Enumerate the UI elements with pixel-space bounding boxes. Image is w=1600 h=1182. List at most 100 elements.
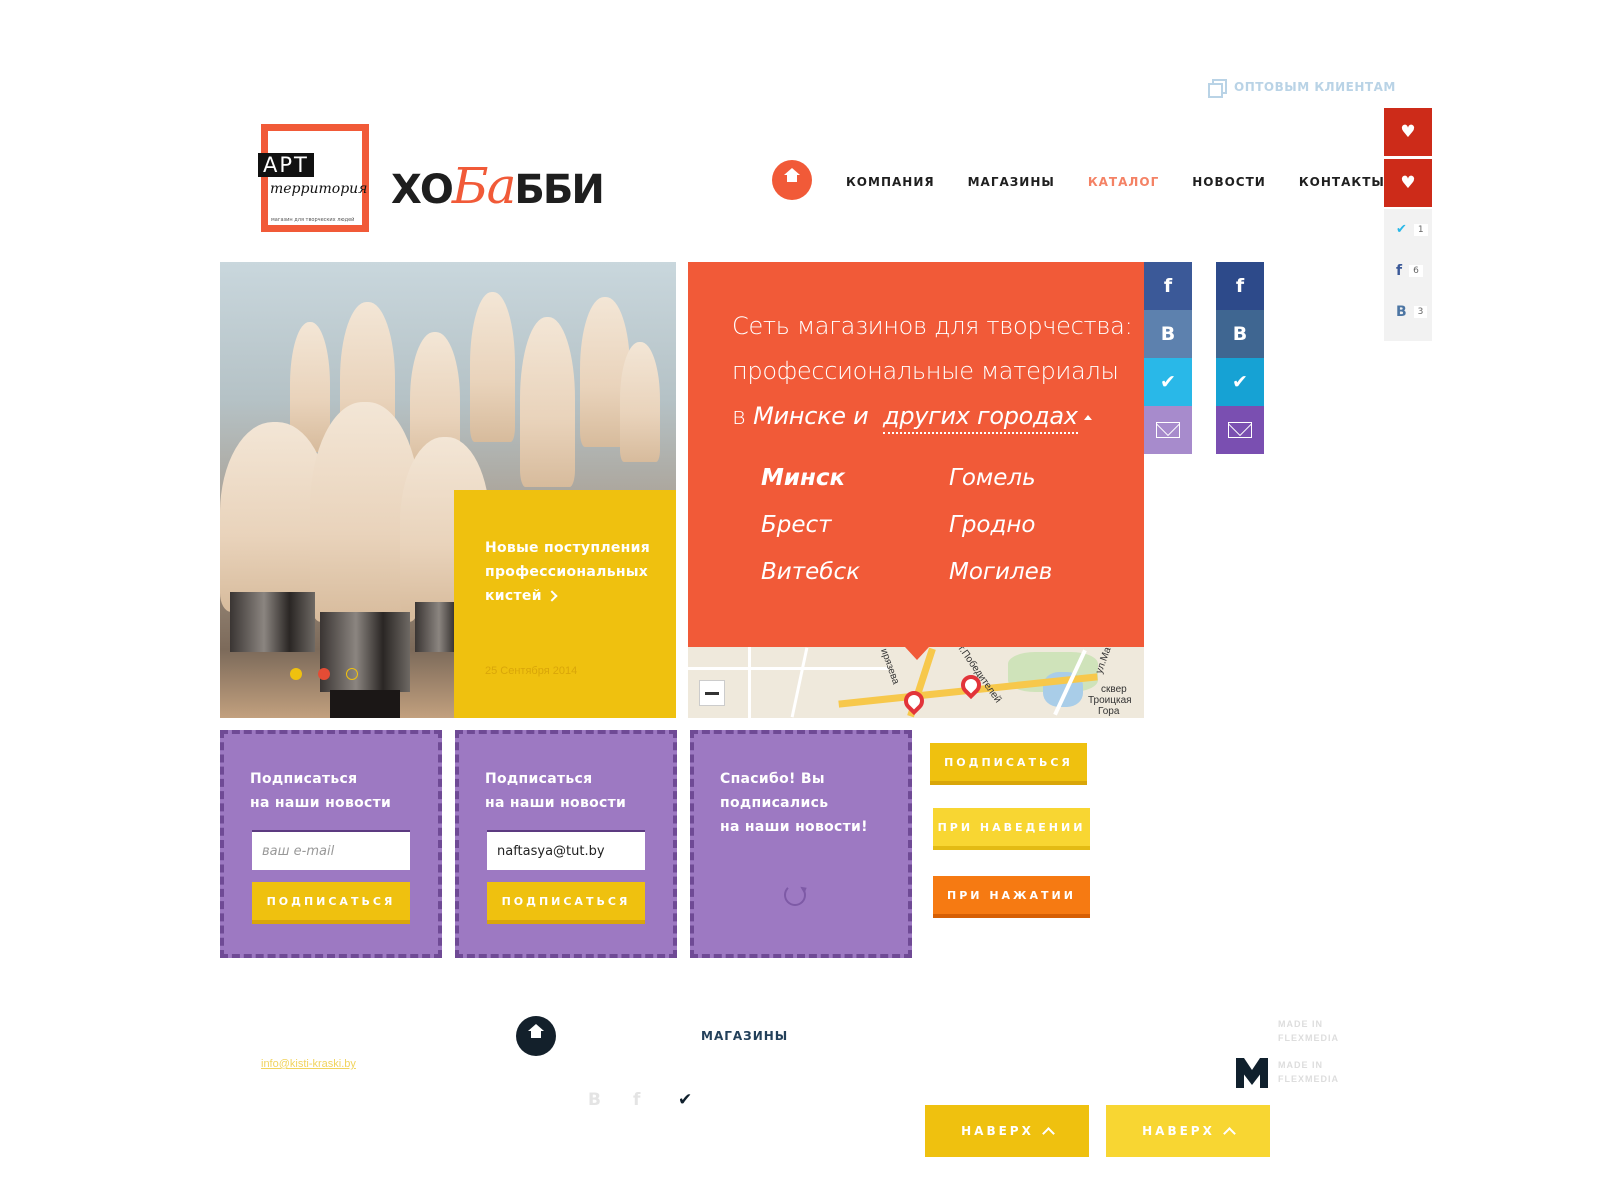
caret-up-icon [1083,414,1092,420]
subscribe-button-normal[interactable]: ПОДПИСАТЬСЯ [930,743,1087,785]
back-to-top-button[interactable]: НАВЕРХ [925,1105,1089,1157]
back-to-top-button-hover[interactable]: НАВЕРХ [1106,1105,1270,1157]
subscribe-subheading: на наши новости [485,795,627,811]
nav-item-contacts[interactable]: КОНТАКТЫ [1299,175,1385,189]
city-link-gomel[interactable]: Гомель [949,465,1036,491]
made-in-label: MADE IN [1278,1060,1323,1070]
lead-city: Минске и [753,402,869,430]
share-count-facebook[interactable]: f 6 [1384,250,1432,291]
nav-item-shops[interactable]: МАГАЗИНЫ [968,175,1055,189]
city-link-vitebsk[interactable]: Витебск [761,559,860,585]
slider-dot-1[interactable] [290,668,302,680]
city-link-minsk[interactable]: Минск [761,465,845,491]
thanks-line: Спасибо! Вы [720,771,825,787]
main-nav: КОМПАНИЯ МАГАЗИНЫ КАТАЛОГ НОВОСТИ КОНТАК… [846,175,1385,189]
envelope-icon [1156,422,1180,438]
favorite-button[interactable]: ♥ [1384,108,1432,156]
subscribe-button[interactable]: ПОДПИСАТЬСЯ [252,882,410,924]
vk-icon: В [1396,303,1407,320]
share-mail-button-hover[interactable] [1216,406,1264,454]
email-input-filled[interactable] [487,830,645,870]
home-icon [528,1024,544,1042]
refresh-icon [784,884,806,906]
hobby-logo[interactable]: ХОБаББИ [391,157,605,215]
logo-hobby-mid: Ба [451,157,517,215]
share-count: 3 [1413,305,1428,318]
footer-home-button[interactable] [516,1016,556,1056]
slider-news-card[interactable]: Новые поступления профессиональных кисте… [454,490,676,718]
news-date: 25 Сентября 2014 [485,665,578,677]
share-count-vk[interactable]: В 3 [1384,291,1432,332]
wholesale-link[interactable]: ОПТОВЫМ КЛИЕНТАМ [1208,79,1396,98]
facebook-icon: f [1163,275,1173,297]
footer-facebook-icon[interactable]: f [633,1090,640,1110]
heart-icon: ♥ [1400,173,1416,193]
share-twitter-button[interactable]: ✔ [1144,358,1192,406]
nav-item-news[interactable]: НОВОСТИ [1192,175,1266,189]
twitter-icon: ✔ [1232,371,1248,393]
logo-hobby-left: ХО [391,167,454,213]
share-mail-button[interactable] [1144,406,1192,454]
stores-panel: Сеть магазинов для творчества: профессио… [688,262,1144,647]
map-label: Троицкая [1088,695,1132,706]
made-in-flexmedia[interactable]: MADE IN FLEXMEDIA [1278,1058,1339,1086]
panel-pointer [905,647,929,660]
share-vk-button[interactable]: В [1144,310,1192,358]
share-facebook-button-hover[interactable]: f [1216,262,1264,310]
subscribe-button-pressed[interactable]: ПРИ НАЖАТИИ [933,876,1090,918]
footer-shops-link[interactable]: МАГАЗИНЫ [701,1029,788,1043]
nav-item-catalog[interactable]: КАТАЛОГ [1088,175,1159,189]
footer-vk-icon[interactable]: В [588,1090,601,1110]
twitter-icon: ✔ [1396,222,1407,237]
subscribe-card-filled: Подписаться на наши новости ПОДПИСАТЬСЯ [455,730,677,958]
subscribe-heading: Подписаться [250,771,358,787]
map-label: сквер [1101,684,1127,695]
lead-prefix: в [732,402,754,430]
nav-home-button[interactable] [772,160,812,200]
other-cities-dropdown[interactable]: других городах [883,402,1078,434]
nav-item-company[interactable]: КОМПАНИЯ [846,175,935,189]
thanks-line: подписались [720,795,829,811]
chevron-right-icon [546,590,558,602]
footer-email-link[interactable]: info@kisti-kraski.by [261,1058,356,1070]
footer-twitter-icon[interactable]: ✔ [678,1090,692,1110]
subscribe-card-empty: Подписаться на наши новости ПОДПИСАТЬСЯ [220,730,442,958]
lead-line-3: в Минске и других городах [732,394,1132,439]
heart-icon: ♥ [1400,122,1416,142]
facebook-icon: f [1396,262,1403,279]
subscribe-button-hover[interactable]: ПРИ НАВЕДЕНИИ [933,808,1090,850]
subscribe-subheading: на наши новости [250,795,392,811]
subscribe-heading: Подписаться [485,771,593,787]
made-in-label: MADE IN [1278,1019,1323,1029]
city-link-grodno[interactable]: Гродно [949,512,1036,538]
map-label: Гора [1098,706,1120,717]
city-link-brest[interactable]: Брест [761,512,832,538]
lead-line-2: профессиональные материалы [732,357,1119,385]
share-twitter-button-hover[interactable]: ✔ [1216,358,1264,406]
map-label: ул.Ма [1093,647,1114,676]
made-in-flexmedia-light[interactable]: MADE IN FLEXMEDIA [1278,1017,1339,1045]
chevron-up-icon [1041,1127,1055,1140]
home-icon [784,168,800,186]
share-facebook-button[interactable]: f [1144,262,1192,310]
chevron-up-icon [1222,1127,1236,1140]
share-count: 6 [1409,264,1423,277]
art-territory-logo[interactable]: АРТ территория магазин для творческих лю… [258,124,369,232]
subscribe-button[interactable]: ПОДПИСАТЬСЯ [487,882,645,924]
vk-icon: В [1160,323,1176,345]
share-vk-button-hover[interactable]: В [1216,310,1264,358]
email-input[interactable] [252,830,410,870]
share-counters: ✔ 1 f 6 В 3 [1384,209,1432,341]
map-zoom-out-button[interactable] [699,680,725,706]
slider-dot-3[interactable] [346,668,358,680]
favorite-button-active[interactable]: ♥ [1384,159,1432,207]
logo-art-script: территория [270,181,368,197]
flexmedia-label: FLEXMEDIA [1278,1074,1340,1084]
logo-hobby-right: ББИ [514,167,604,213]
flexmedia-logo[interactable] [1236,1058,1268,1088]
city-link-mogilev[interactable]: Могилев [949,559,1052,585]
slider-dot-2[interactable] [318,668,330,680]
share-count: 1 [1413,223,1428,236]
logo-art-tagline: магазин для творческих людей [271,217,355,223]
share-count-twitter[interactable]: ✔ 1 [1384,209,1432,250]
